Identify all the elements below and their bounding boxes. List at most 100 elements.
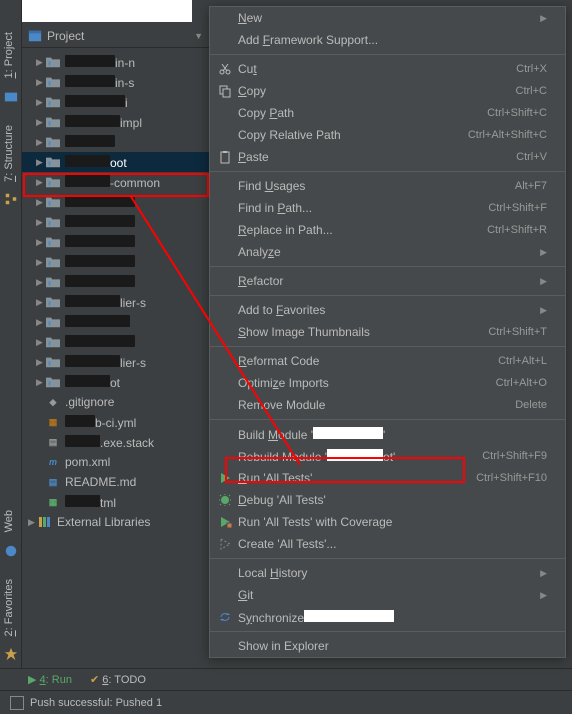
todo-tool-button[interactable]: ✔ 6: TODO xyxy=(90,673,146,686)
menu-item-cut[interactable]: CutCtrl+X xyxy=(210,58,565,80)
expand-arrow-icon[interactable]: ▶ xyxy=(36,317,46,328)
project-tab-icon xyxy=(4,90,18,104)
expand-arrow-icon[interactable]: ▶ xyxy=(36,97,46,108)
module-folder-node[interactable]: ▶ xyxy=(22,312,209,332)
menu-item-build-module[interactable]: Build Module '' xyxy=(210,423,565,445)
menu-item-git[interactable]: Git▶ xyxy=(210,584,565,606)
file-node[interactable]: mpom.xml xyxy=(22,452,209,472)
blank-icon xyxy=(216,426,234,442)
module-folder-node[interactable]: ▶in-n xyxy=(22,52,209,72)
menu-item-copy[interactable]: CopyCtrl+C xyxy=(210,80,565,102)
menu-item-reformat-code[interactable]: Reformat CodeCtrl+Alt+L xyxy=(210,350,565,372)
menu-item-show-image-thumbnails[interactable]: Show Image ThumbnailsCtrl+Shift+T xyxy=(210,321,565,343)
folder-icon xyxy=(46,136,60,148)
folder-icon xyxy=(46,236,60,248)
menu-item-replace-in-path[interactable]: Replace in Path...Ctrl+Shift+R xyxy=(210,219,565,241)
copy-icon xyxy=(216,83,234,99)
module-folder-node[interactable]: ▶lier-s xyxy=(22,352,209,372)
menu-item-rebuild-module[interactable]: Rebuild Module 'ot'Ctrl+Shift+F9 xyxy=(210,445,565,467)
menu-item-create-all-tests[interactable]: Create 'All Tests'... xyxy=(210,533,565,555)
expand-arrow-icon[interactable]: ▶ xyxy=(36,117,46,128)
menu-shortcut: Ctrl+Alt+O xyxy=(496,377,547,389)
menu-item-run-all-tests-with-coverage[interactable]: Run 'All Tests' with Coverage xyxy=(210,511,565,533)
menu-item-remove-module[interactable]: Remove ModuleDelete xyxy=(210,394,565,416)
menu-item-find-in-path[interactable]: Find in Path...Ctrl+Shift+F xyxy=(210,197,565,219)
dropdown-arrow-icon[interactable]: ▼ xyxy=(194,31,203,41)
module-folder-node[interactable]: ▶ xyxy=(22,132,209,152)
submenu-arrow-icon: ▶ xyxy=(540,276,547,287)
file-node[interactable]: ▤.exe.stack xyxy=(22,432,209,452)
menu-item-add-to-favorites[interactable]: Add to Favorites▶ xyxy=(210,299,565,321)
menu-item-copy-path[interactable]: Copy PathCtrl+Shift+C xyxy=(210,102,565,124)
file-node[interactable]: ◆.gitignore xyxy=(22,392,209,412)
menu-item-find-usages[interactable]: Find UsagesAlt+F7 xyxy=(210,175,565,197)
module-folder-node[interactable]: ▶ xyxy=(22,212,209,232)
expand-arrow-icon[interactable]: ▶ xyxy=(36,77,46,88)
expand-arrow-icon[interactable]: ▶ xyxy=(36,57,46,68)
external-libraries-node[interactable]: ▶External Libraries xyxy=(22,512,209,532)
module-folder-node[interactable]: ▶in-s xyxy=(22,72,209,92)
module-folder-node[interactable]: ▶-common xyxy=(22,172,209,192)
expand-arrow-icon[interactable]: ▶ xyxy=(36,257,46,268)
expand-arrow-icon[interactable]: ▶ xyxy=(36,277,46,288)
module-folder-node[interactable]: ▶impl xyxy=(22,112,209,132)
create-icon xyxy=(216,536,234,552)
expand-arrow-icon[interactable]: ▶ xyxy=(36,177,46,188)
menu-item-new[interactable]: New▶ xyxy=(210,7,565,29)
favorites-tab-icon xyxy=(4,647,18,661)
menu-item-local-history[interactable]: Local History▶ xyxy=(210,562,565,584)
tab-web[interactable]: Web xyxy=(0,502,21,540)
file-node[interactable]: ▦b-ci.yml xyxy=(22,412,209,432)
file-node[interactable]: ▦tml xyxy=(22,492,209,512)
module-folder-node[interactable]: ▶ xyxy=(22,252,209,272)
menu-item-paste[interactable]: PasteCtrl+V xyxy=(210,146,565,168)
menu-item-synchronize[interactable]: Synchronize xyxy=(210,606,565,628)
tab-favorites[interactable]: 2: Favorites xyxy=(0,571,21,645)
submenu-arrow-icon: ▶ xyxy=(540,590,547,601)
module-folder-node[interactable]: ▶oot xyxy=(22,152,209,172)
module-folder-node[interactable]: ▶i xyxy=(22,92,209,112)
menu-item-debug-all-tests[interactable]: Debug 'All Tests' xyxy=(210,489,565,511)
file-node[interactable]: ▤README.md xyxy=(22,472,209,492)
module-folder-node[interactable]: ▶ xyxy=(22,192,209,212)
expand-arrow-icon[interactable]: ▶ xyxy=(36,217,46,228)
menu-item-run-all-tests[interactable]: Run 'All Tests'Ctrl+Shift+F10 xyxy=(210,467,565,489)
expand-arrow-icon[interactable]: ▶ xyxy=(28,517,38,528)
module-folder-node[interactable]: ▶ xyxy=(22,272,209,292)
run-tool-button[interactable]: ▶ 4: Run xyxy=(28,673,72,686)
tab-project[interactable]: 1: Project xyxy=(0,24,21,87)
submenu-arrow-icon: ▶ xyxy=(540,568,547,579)
menu-item-copy-relative-path[interactable]: Copy Relative PathCtrl+Alt+Shift+C xyxy=(210,124,565,146)
expand-arrow-icon[interactable]: ▶ xyxy=(36,377,46,388)
menu-item-optimize-imports[interactable]: Optimize ImportsCtrl+Alt+O xyxy=(210,372,565,394)
module-folder-node[interactable]: ▶ xyxy=(22,332,209,352)
expand-arrow-icon[interactable]: ▶ xyxy=(36,237,46,248)
submenu-arrow-icon: ▶ xyxy=(540,305,547,316)
menu-separator xyxy=(210,558,565,559)
status-icon[interactable] xyxy=(10,696,24,710)
expand-arrow-icon[interactable]: ▶ xyxy=(36,297,46,308)
menu-item-add-framework-support[interactable]: Add Framework Support... xyxy=(210,29,565,51)
module-folder-node[interactable]: ▶ot xyxy=(22,372,209,392)
web-tab-icon xyxy=(4,544,18,558)
menu-separator xyxy=(210,631,565,632)
expand-arrow-icon[interactable]: ▶ xyxy=(36,157,46,168)
project-tree[interactable]: ▶in-n▶in-s▶i▶impl▶▶oot▶-common▶▶▶▶▶▶lier… xyxy=(22,48,209,532)
module-folder-node[interactable]: ▶ xyxy=(22,232,209,252)
module-folder-node[interactable]: ▶lier-s xyxy=(22,292,209,312)
menu-item-show-in-explorer[interactable]: Show in Explorer xyxy=(210,635,565,657)
blank-icon xyxy=(216,105,234,121)
menu-item-analyze[interactable]: Analyze▶ xyxy=(210,241,565,263)
expand-arrow-icon[interactable]: ▶ xyxy=(36,197,46,208)
folder-icon xyxy=(46,316,60,328)
expand-arrow-icon[interactable]: ▶ xyxy=(36,337,46,348)
menu-shortcut: Ctrl+Shift+F10 xyxy=(476,472,547,484)
menu-shortcut: Ctrl+Alt+Shift+C xyxy=(468,129,547,141)
expand-arrow-icon[interactable]: ▶ xyxy=(36,137,46,148)
menu-item-refactor[interactable]: Refactor▶ xyxy=(210,270,565,292)
menu-separator xyxy=(210,266,565,267)
expand-arrow-icon[interactable]: ▶ xyxy=(36,357,46,368)
folder-icon xyxy=(46,296,60,308)
project-view-header[interactable]: Project ▼ xyxy=(22,24,209,48)
tab-structure[interactable]: 7: Structure xyxy=(0,117,21,190)
